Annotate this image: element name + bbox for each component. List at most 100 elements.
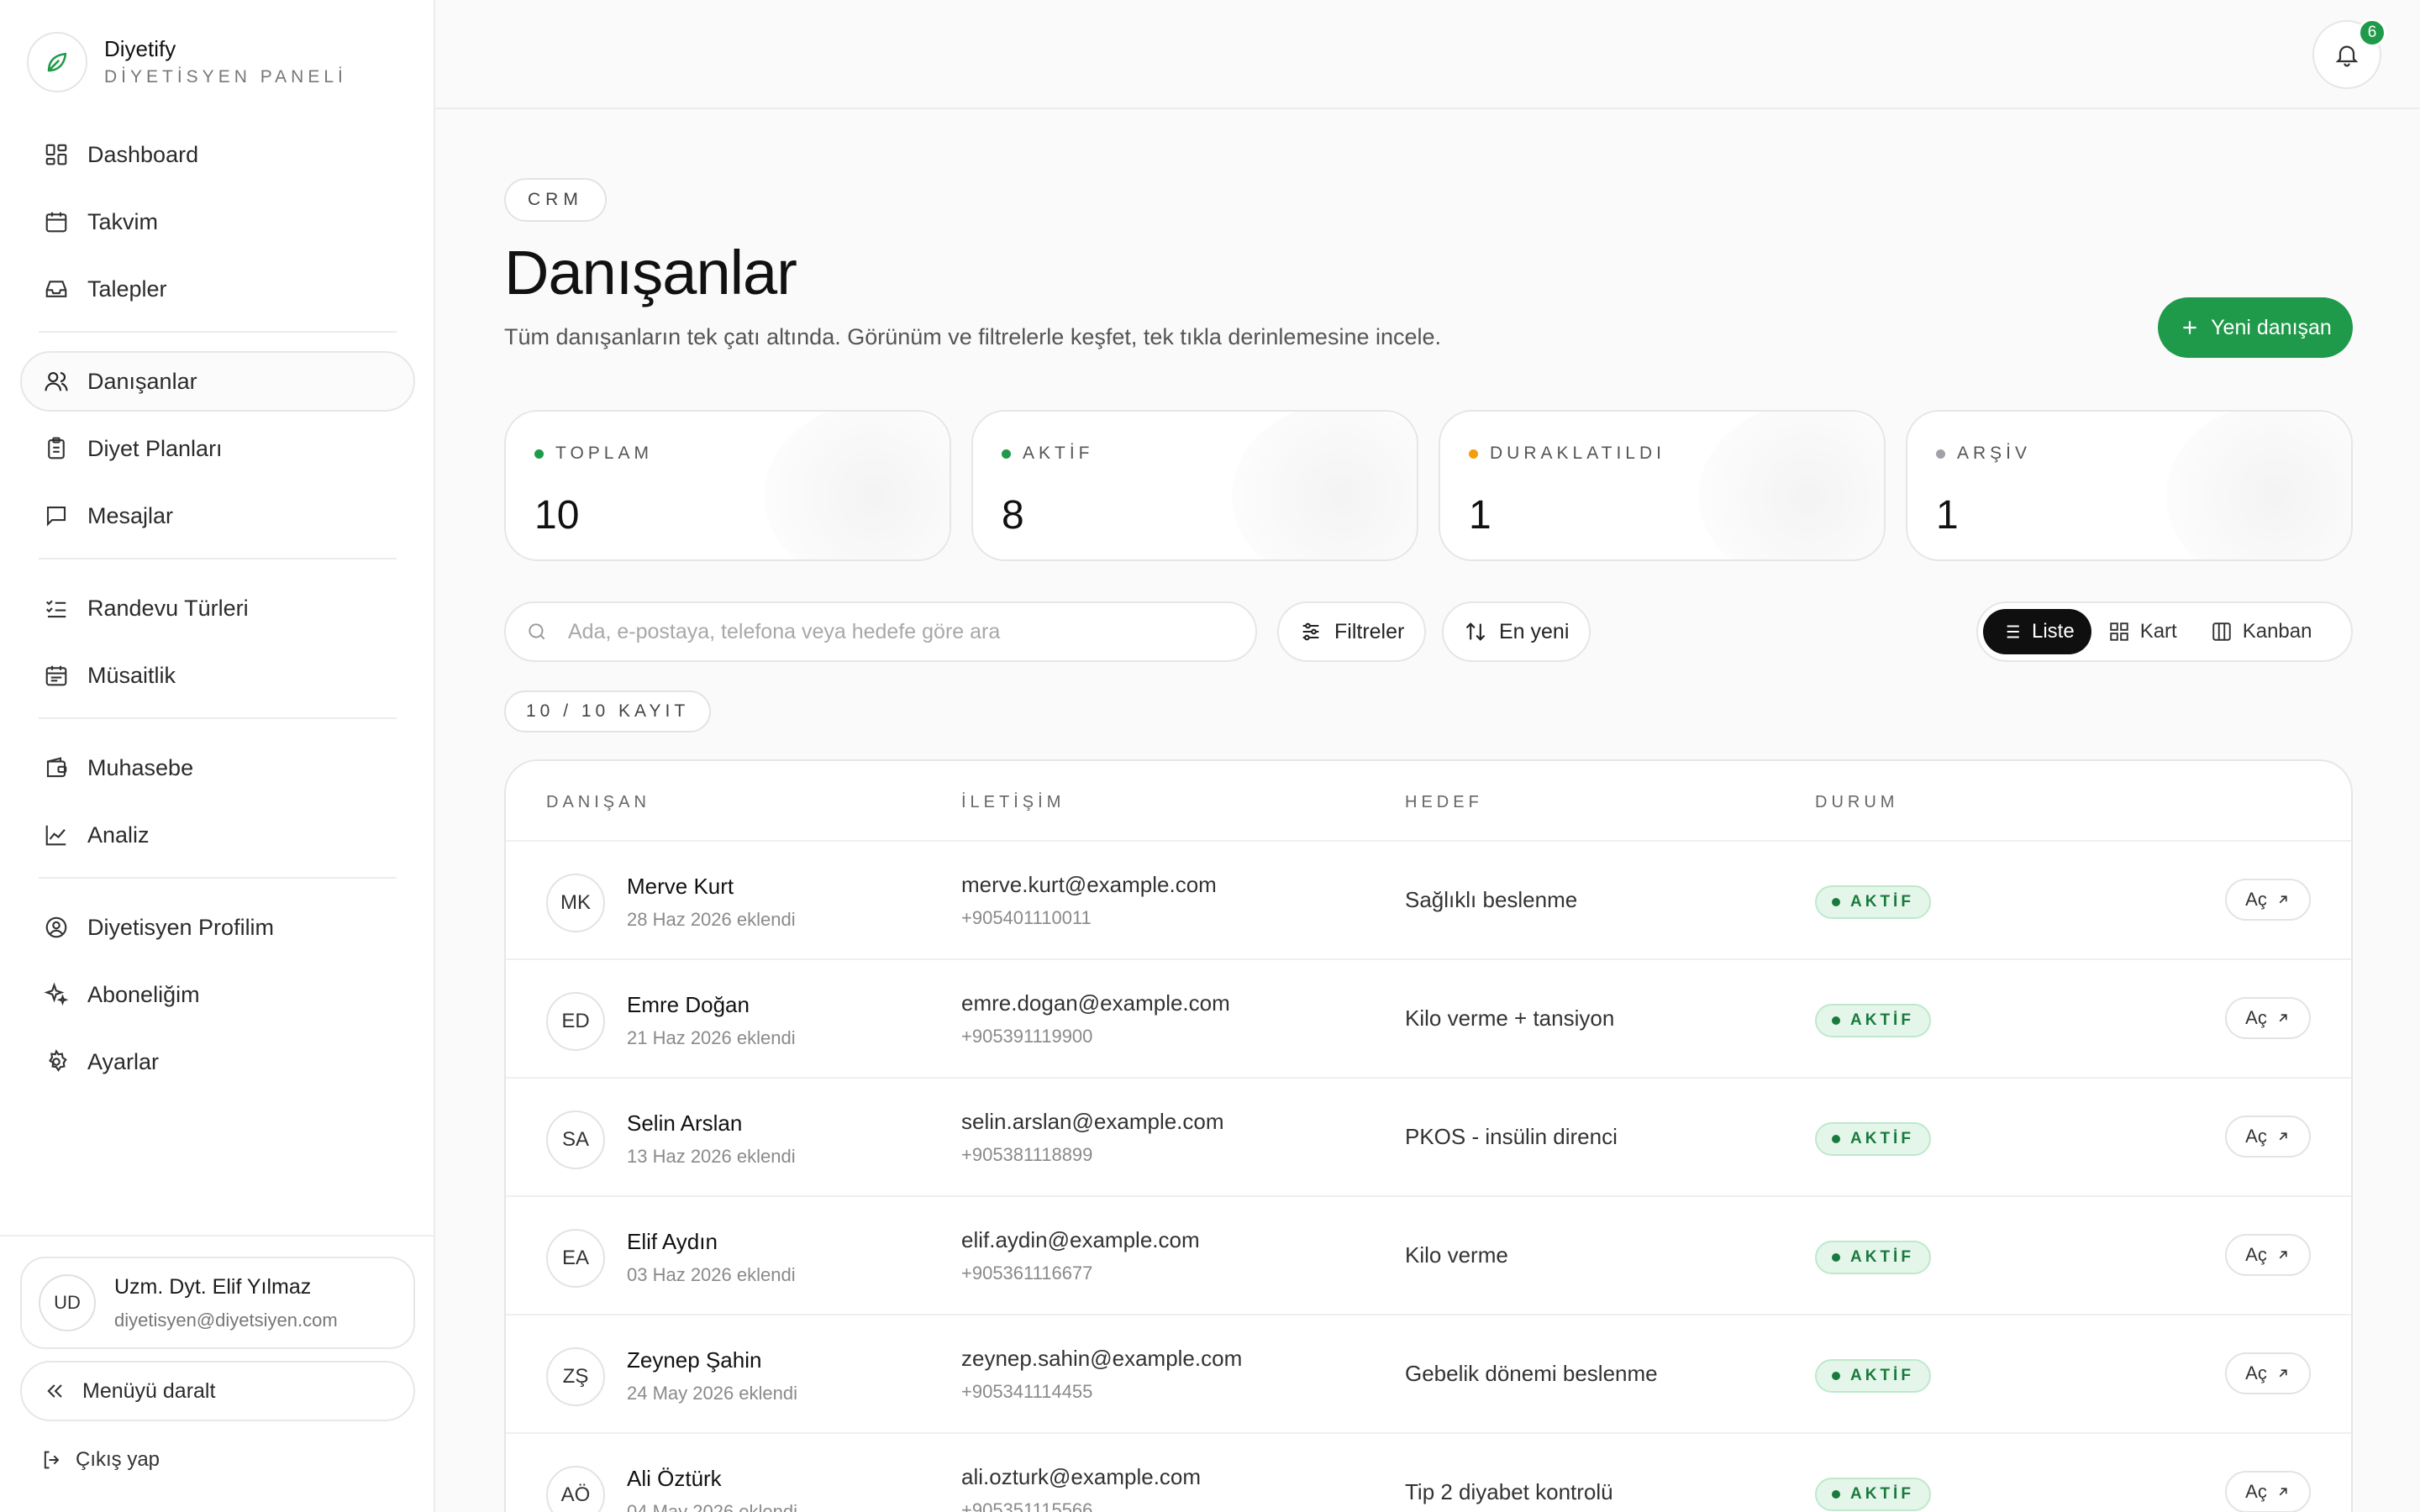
open-client-button[interactable]: Aç [2225, 1471, 2311, 1512]
stat-decoration [1699, 412, 1884, 559]
logout-button[interactable]: Çıkış yap [40, 1448, 160, 1472]
column-header: İLETİŞİM [961, 793, 1065, 811]
sidebar: Diyetify DİYETİSYEN PANELİ Dashboard Tak… [0, 0, 435, 1512]
open-client-button[interactable]: Aç [2225, 1352, 2311, 1394]
sidebar-item-label: Mesajlar [87, 502, 174, 528]
view-switcher: Liste Kart Kanban [1976, 601, 2353, 662]
client-added-date: 21 Haz 2026 eklendi [627, 1027, 796, 1048]
notifications-button[interactable]: 6 [2312, 18, 2386, 89]
stat-label: TOPLAM [555, 444, 653, 463]
sidebar-item-musaitlik[interactable]: Müsaitlik [20, 645, 415, 706]
stat-decoration [1232, 412, 1417, 559]
client-name: Ali Öztürk [627, 1466, 722, 1491]
sidebar-item-aboneligim[interactable]: Aboneliğim [20, 964, 415, 1025]
avatar: AÖ [546, 1466, 605, 1512]
collapse-menu-label: Menüyü daralt [82, 1378, 216, 1403]
sidebar-item-diyetisyen-profilim[interactable]: Diyetisyen Profilim [20, 897, 415, 958]
sidebar-item-label: Muhasebe [87, 754, 194, 780]
arrow-up-right-icon [2275, 1366, 2291, 1381]
filters-button[interactable]: Filtreler [1277, 601, 1427, 662]
sidebar-item-dashboard[interactable]: Dashboard [20, 124, 415, 185]
avatar: SA [546, 1110, 605, 1169]
sidebar-item-label: Diyetisyen Profilim [87, 914, 275, 940]
client-goal: Tip 2 diyabet kontrolü [1405, 1479, 1613, 1504]
open-client-button[interactable]: Aç [2225, 1234, 2311, 1276]
status-badge: AKTİF [1815, 1241, 1931, 1274]
table-row[interactable]: EA Elif Aydın 03 Haz 2026 eklendi elif.a… [506, 1197, 2351, 1315]
stat-card-active: AKTİF 8 [971, 410, 1418, 561]
sidebar-item-label: Danışanlar [87, 368, 197, 394]
collapse-menu-button[interactable]: Menüyü daralt [20, 1361, 415, 1421]
open-client-button[interactable]: Aç [2225, 879, 2311, 921]
new-client-label: Yeni danışan [2211, 315, 2332, 339]
sidebar-item-randevu-turleri[interactable]: Randevu Türleri [20, 578, 415, 638]
status-dot [1936, 449, 1945, 459]
sort-arrows-icon [1464, 620, 1487, 643]
sidebar-item-muhasebe[interactable]: Muhasebe [20, 738, 415, 798]
users-icon [42, 367, 71, 396]
open-label: Aç [2245, 1244, 2267, 1265]
stats-row: TOPLAM 10 AKTİF 8 DURAKLATILDI 1 ARŞİV 1 [504, 410, 2353, 561]
client-email: ali.ozturk@example.com [961, 1464, 1202, 1489]
column-header: DURUM [1815, 793, 1899, 811]
sidebar-item-label: Dashboard [87, 141, 199, 167]
nav-divider [39, 331, 397, 333]
sidebar-item-diyet-planlari[interactable]: Diyet Planları [20, 418, 415, 479]
sidebar-item-talepler[interactable]: Talepler [20, 259, 415, 319]
client-phone: +905341114455 [961, 1381, 1093, 1402]
stat-label: DURAKLATILDI [1490, 444, 1665, 463]
sidebar-item-label: Takvim [87, 208, 159, 234]
avatar: MK [546, 874, 605, 932]
table-row[interactable]: ZŞ Zeynep Şahin 24 May 2026 eklendi zeyn… [506, 1315, 2351, 1434]
table-row[interactable]: AÖ Ali Öztürk 04 May 2026 eklendi ali.oz… [506, 1434, 2351, 1512]
list-icon [2000, 621, 2022, 643]
sidebar-item-analiz[interactable]: Analiz [20, 805, 415, 865]
avatar: ED [546, 992, 605, 1051]
status-label: AKTİF [1850, 1485, 1914, 1503]
logout-label: Çıkış yap [76, 1448, 160, 1471]
stat-value: 1 [1469, 493, 1491, 538]
client-goal: Sağlıklı beslenme [1405, 887, 1578, 912]
arrow-up-right-icon [2275, 1011, 2291, 1026]
grid-icon [2108, 621, 2130, 643]
column-header: DANIŞAN [546, 793, 650, 811]
nav-divider [39, 877, 397, 879]
toolbar: Filtreler En yeni Liste Kart [504, 601, 2353, 662]
brand-name: Diyetify [104, 36, 176, 61]
sidebar-item-label: Ayarlar [87, 1048, 160, 1074]
sidebar-item-ayarlar[interactable]: Ayarlar [20, 1032, 415, 1092]
client-goal: Gebelik dönemi beslenme [1405, 1361, 1658, 1386]
sidebar-item-danisanlar[interactable]: Danışanlar [20, 351, 415, 412]
page-subtitle: Tüm danışanların tek çatı altında. Görün… [504, 324, 1442, 349]
calendar-icon [42, 207, 71, 236]
brand-subtitle: DİYETİSYEN PANELİ [104, 67, 347, 87]
sidebar-item-mesajlar[interactable]: Mesajlar [20, 486, 415, 546]
table-row[interactable]: SA Selin Arslan 13 Haz 2026 eklendi seli… [506, 1079, 2351, 1197]
user-circle-icon [42, 913, 71, 942]
brand[interactable]: Diyetify DİYETİSYEN PANELİ [27, 32, 347, 92]
status-dot [1469, 449, 1478, 459]
stat-card-total: TOPLAM 10 [504, 410, 951, 561]
view-list-tab[interactable]: Liste [1983, 609, 2091, 654]
table-header: DANIŞAN İLETİŞİM HEDEF DURUM [506, 761, 2351, 842]
search-box[interactable] [504, 601, 1257, 662]
open-client-button[interactable]: Aç [2225, 1116, 2311, 1158]
user-card[interactable]: UD Uzm. Dyt. Elif Yılmaz diyetisyen@diye… [20, 1257, 415, 1349]
status-dot [1832, 1253, 1840, 1262]
new-client-button[interactable]: Yeni danışan [2158, 297, 2353, 358]
search-input[interactable] [568, 619, 1223, 644]
client-goal: Kilo verme [1405, 1242, 1508, 1268]
client-name: Selin Arslan [627, 1110, 743, 1136]
sidebar-item-takvim[interactable]: Takvim [20, 192, 415, 252]
sidebar-item-label: Talepler [87, 276, 167, 302]
view-kanban-tab[interactable]: Kanban [2194, 609, 2329, 654]
view-card-tab[interactable]: Kart [2091, 609, 2194, 654]
table-row[interactable]: ED Emre Doğan 21 Haz 2026 eklendi emre.d… [506, 960, 2351, 1079]
sidebar-item-label: Aboneliğim [87, 981, 200, 1007]
sort-button[interactable]: En yeni [1442, 601, 1591, 662]
nav-divider [39, 717, 397, 719]
open-client-button[interactable]: Aç [2225, 997, 2311, 1039]
client-phone: +905401110011 [961, 907, 1092, 928]
client-added-date: 24 May 2026 eklendi [627, 1383, 798, 1404]
table-row[interactable]: MK Merve Kurt 28 Haz 2026 eklendi merve.… [506, 842, 2351, 960]
